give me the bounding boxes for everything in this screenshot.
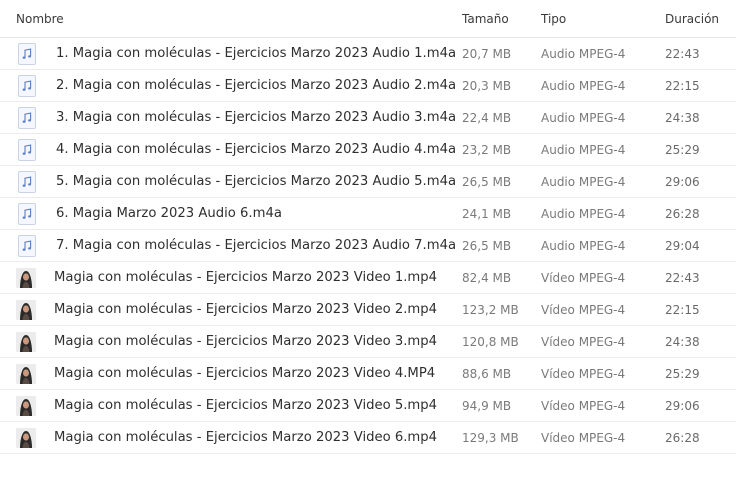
file-duration: 29:06 [665,174,700,189]
file-rows: 1. Magia con moléculas - Ejercicios Marz… [0,38,736,454]
column-header-name[interactable]: Nombre [16,12,64,26]
file-duration: 25:29 [665,142,700,157]
file-size: 23,2 MB [462,142,512,157]
file-row[interactable]: 7. Magia con moléculas - Ejercicios Marz… [0,230,736,262]
file-type: Vídeo MPEG-4 [541,302,626,317]
file-type: Vídeo MPEG-4 [541,270,626,285]
file-row[interactable]: 5. Magia con moléculas - Ejercicios Marz… [0,166,736,198]
file-name: 1. Magia con moléculas - Ejercicios Marz… [56,46,457,61]
file-row[interactable]: 1. Magia con moléculas - Ejercicios Marz… [0,38,736,70]
file-type: Vídeo MPEG-4 [541,366,626,381]
file-duration: 26:28 [665,206,700,221]
file-duration: 22:15 [665,302,700,317]
column-header-type[interactable]: Tipo [541,12,566,26]
file-type: Audio MPEG-4 [541,78,626,93]
file-duration: 26:28 [665,430,700,445]
file-row[interactable]: Magia con moléculas - Ejercicios Marzo 2… [0,326,736,358]
video-thumbnail-icon [16,427,36,448]
file-size: 129,3 MB [462,430,519,445]
file-row[interactable]: Magia con moléculas - Ejercicios Marzo 2… [0,390,736,422]
file-row[interactable]: 6. Magia Marzo 2023 Audio 6.m4a 24,1 MB Au… [0,198,736,230]
video-thumbnail-icon [16,331,36,352]
column-header-size[interactable]: Tamaño [462,12,509,26]
file-name-cell: Magia con moléculas - Ejercicios Marzo 2… [16,331,438,352]
file-size: 82,4 MB [462,270,512,285]
audio-file-icon [18,42,36,65]
file-size: 24,1 MB [462,206,512,221]
file-type: Audio MPEG-4 [541,206,626,221]
file-name-cell: 7. Magia con moléculas - Ejercicios Marz… [16,234,457,257]
list-header: Nombre Tamaño Tipo Duración [0,0,736,38]
audio-file-icon [18,74,36,97]
file-row[interactable]: Magia con moléculas - Ejercicios Marzo 2… [0,422,736,454]
file-name: 7. Magia con moléculas - Ejercicios Marz… [56,238,457,253]
file-name-cell: Magia con moléculas - Ejercicios Marzo 2… [16,363,436,384]
video-thumbnail-icon [16,267,36,288]
file-type: Audio MPEG-4 [541,238,626,253]
audio-file-icon [18,106,36,129]
file-list: Nombre Tamaño Tipo Duración 1. Magia con… [0,0,736,454]
file-name: Magia con moléculas - Ejercicios Marzo 2… [54,334,438,349]
file-size: 22,4 MB [462,110,512,125]
file-name-cell: 4. Magia con moléculas - Ejercicios Marz… [16,138,457,161]
file-row[interactable]: Magia con moléculas - Ejercicios Marzo 2… [0,358,736,390]
file-row[interactable]: Magia con moléculas - Ejercicios Marzo 2… [0,294,736,326]
file-duration: 24:38 [665,334,700,349]
file-size: 120,8 MB [462,334,519,349]
file-type: Vídeo MPEG-4 [541,334,626,349]
file-name: Magia con moléculas - Ejercicios Marzo 2… [54,302,438,317]
file-name-cell: Magia con moléculas - Ejercicios Marzo 2… [16,299,438,320]
file-name-cell: 2. Magia con moléculas - Ejercicios Marz… [16,74,457,97]
file-name-cell: Magia con moléculas - Ejercicios Marzo 2… [16,427,438,448]
file-duration: 29:04 [665,238,700,253]
video-thumbnail-icon [16,395,36,416]
file-name: Magia con moléculas - Ejercicios Marzo 2… [54,398,438,413]
file-name: 3. Magia con moléculas - Ejercicios Marz… [56,110,457,125]
file-duration: 22:43 [665,270,700,285]
file-type: Audio MPEG-4 [541,110,626,125]
video-thumbnail-icon [16,363,36,384]
file-row[interactable]: 4. Magia con moléculas - Ejercicios Marz… [0,134,736,166]
file-name: 6. Magia Marzo 2023 Audio 6.m4a [56,206,282,221]
file-name-cell: Magia con moléculas - Ejercicios Marzo 2… [16,395,438,416]
file-size: 26,5 MB [462,174,512,189]
audio-file-icon [18,202,36,225]
file-name-cell: 3. Magia con moléculas - Ejercicios Marz… [16,106,457,129]
column-header-duration[interactable]: Duración [665,12,719,26]
file-duration: 22:15 [665,78,700,93]
file-type: Audio MPEG-4 [541,142,626,157]
file-size: 26,5 MB [462,238,512,253]
file-duration: 25:29 [665,366,700,381]
file-type: Vídeo MPEG-4 [541,398,626,413]
file-name: 4. Magia con moléculas - Ejercicios Marz… [56,142,457,157]
file-size: 88,6 MB [462,366,512,381]
file-name: 2. Magia con moléculas - Ejercicios Marz… [56,78,457,93]
file-size: 123,2 MB [462,302,519,317]
file-row[interactable]: 2. Magia con moléculas - Ejercicios Marz… [0,70,736,102]
file-duration: 24:38 [665,110,700,125]
file-name: Magia con moléculas - Ejercicios Marzo 2… [54,430,438,445]
file-size: 94,9 MB [462,398,512,413]
file-type: Audio MPEG-4 [541,46,626,61]
file-size: 20,7 MB [462,46,512,61]
file-size: 20,3 MB [462,78,512,93]
file-name: Magia con moléculas - Ejercicios Marzo 2… [54,366,436,381]
file-name-cell: Magia con moléculas - Ejercicios Marzo 2… [16,267,438,288]
file-type: Vídeo MPEG-4 [541,430,626,445]
file-type: Audio MPEG-4 [541,174,626,189]
file-name-cell: 6. Magia Marzo 2023 Audio 6.m4a [16,202,282,225]
file-duration: 22:43 [665,46,700,61]
audio-file-icon [18,170,36,193]
file-duration: 29:06 [665,398,700,413]
file-name-cell: 5. Magia con moléculas - Ejercicios Marz… [16,170,457,193]
video-thumbnail-icon [16,299,36,320]
file-name-cell: 1. Magia con moléculas - Ejercicios Marz… [16,42,457,65]
audio-file-icon [18,138,36,161]
audio-file-icon [18,234,36,257]
file-row[interactable]: 3. Magia con moléculas - Ejercicios Marz… [0,102,736,134]
file-row[interactable]: Magia con moléculas - Ejercicios Marzo 2… [0,262,736,294]
file-name: Magia con moléculas - Ejercicios Marzo 2… [54,270,438,285]
file-name: 5. Magia con moléculas - Ejercicios Marz… [56,174,457,189]
